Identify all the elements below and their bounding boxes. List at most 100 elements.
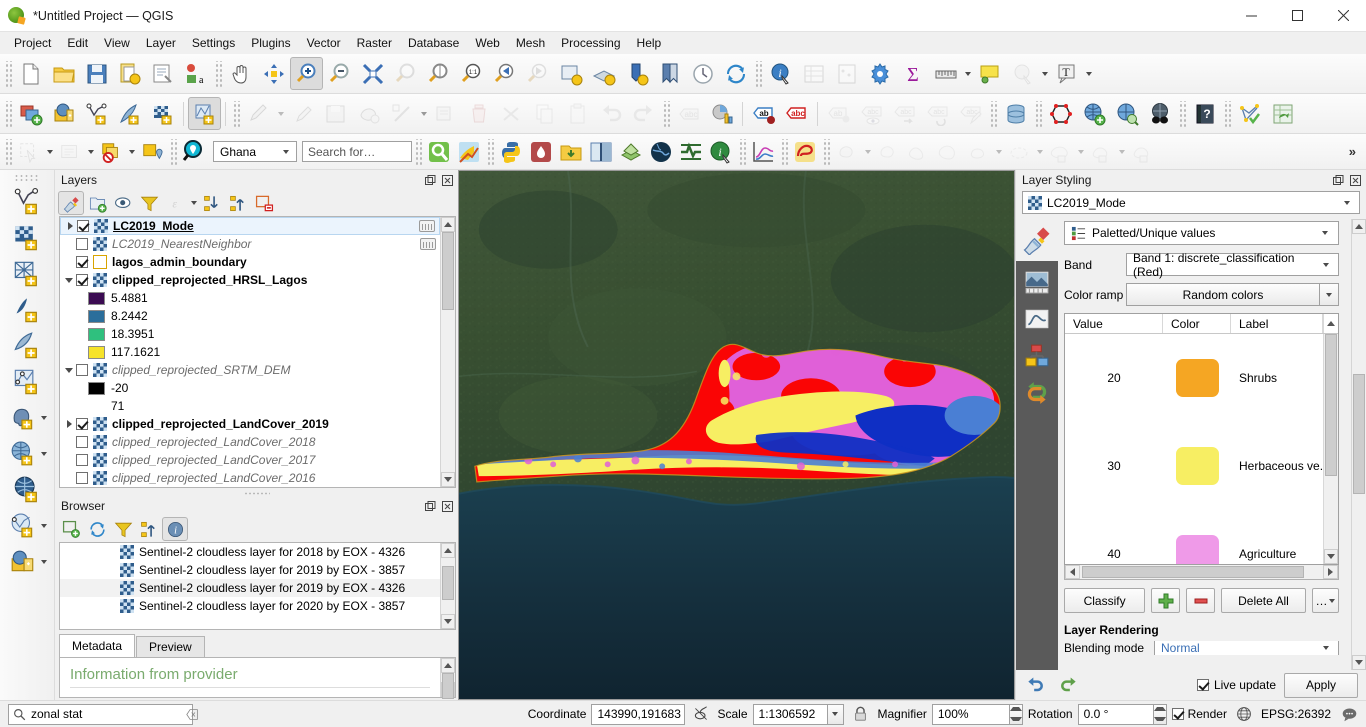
- stepper-down-icon[interactable]: [1153, 714, 1166, 724]
- shape-tool-6-icon[interactable]: [1004, 137, 1034, 167]
- toolbar-grip-6[interactable]: [662, 100, 670, 127]
- toggle-editing-icon[interactable]: [242, 97, 275, 130]
- shape-tool-5-icon[interactable]: [963, 137, 993, 167]
- toolbar-grip-3[interactable]: [754, 60, 762, 87]
- scale-value[interactable]: 1:1306592: [752, 703, 828, 725]
- scroll-up-icon[interactable]: [1352, 219, 1366, 234]
- add-mesh-layer-icon[interactable]: [188, 97, 221, 130]
- live-update-control[interactable]: Live update: [1196, 678, 1276, 692]
- zoom-next-icon[interactable]: [521, 57, 554, 90]
- layer-tree-row[interactable]: clipped_reprojected_LandCover_2016: [60, 469, 440, 487]
- class-color-cell[interactable]: [1163, 447, 1231, 485]
- temporal-controller-icon[interactable]: [686, 57, 719, 90]
- open-data-source-icon[interactable]: [556, 137, 586, 167]
- metadata-scrollbar[interactable]: [440, 658, 455, 699]
- db-manager-icon[interactable]: [999, 97, 1032, 130]
- layer-visibility-checkbox[interactable]: [76, 436, 88, 448]
- country-select[interactable]: Ghana: [213, 141, 297, 162]
- collapse-all-icon[interactable]: [225, 191, 251, 215]
- close-icon[interactable]: [440, 173, 454, 187]
- collapse-all-icon[interactable]: [136, 517, 162, 541]
- locator-input[interactable]: [26, 707, 186, 721]
- shape-tool-4-icon[interactable]: [933, 137, 963, 167]
- toolbar-grip-14[interactable]: [486, 138, 494, 165]
- scroll-left-icon[interactable]: [1065, 565, 1080, 579]
- layer-visibility-checkbox[interactable]: [76, 256, 88, 268]
- toolbar-grip-12[interactable]: [169, 138, 177, 165]
- style-manager-icon[interactable]: a: [179, 57, 212, 90]
- expander-toggle[interactable]: [63, 222, 77, 230]
- shape-caret-1-icon[interactable]: [862, 137, 873, 167]
- undo-redo-icon[interactable]: [1020, 376, 1054, 410]
- identify-features-icon[interactable]: i: [764, 57, 797, 90]
- class-color-swatch[interactable]: [1175, 359, 1219, 397]
- change-label-icon[interactable]: abc: [954, 97, 987, 130]
- add-selected-layers-icon[interactable]: [58, 517, 84, 541]
- select-by-expression-icon[interactable]: [55, 137, 85, 167]
- undo-icon[interactable]: [1022, 673, 1048, 697]
- add-postgis-layer-icon[interactable]: [7, 402, 39, 434]
- label-off-icon[interactable]: abc: [672, 97, 705, 130]
- select-features-icon[interactable]: [14, 137, 44, 167]
- layer-tree-row[interactable]: LC2019_NearestNeighbor: [60, 235, 440, 253]
- statistical-summary-icon[interactable]: Σ: [896, 57, 929, 90]
- scroll-down-icon[interactable]: [1324, 549, 1338, 564]
- expander-toggle[interactable]: [62, 367, 76, 373]
- browser-list[interactable]: Sentinel-2 cloudless layer for 2018 by E…: [60, 543, 440, 629]
- redo-icon[interactable]: [1056, 673, 1082, 697]
- globe-icon[interactable]: [1143, 97, 1176, 130]
- shape-caret-5-icon[interactable]: [1116, 137, 1127, 167]
- refresh-table-icon[interactable]: [1266, 97, 1299, 130]
- scroll-down-icon[interactable]: [441, 614, 455, 629]
- add-group-icon[interactable]: [84, 191, 110, 215]
- merge-features-icon[interactable]: [429, 97, 462, 130]
- live-update-checkbox[interactable]: [1196, 679, 1209, 691]
- layer-tree-row[interactable]: 71: [60, 397, 440, 415]
- pan-map-icon[interactable]: [224, 57, 257, 90]
- minimize-button[interactable]: [1228, 0, 1274, 32]
- rendering-icon[interactable]: [1020, 339, 1054, 373]
- maximize-button[interactable]: [1274, 0, 1320, 32]
- stepper-up-icon[interactable]: [1009, 705, 1022, 715]
- toolbar-grip-11[interactable]: [4, 138, 12, 165]
- add-raster-layer-icon[interactable]: [146, 97, 179, 130]
- scroll-right-icon[interactable]: [1323, 565, 1338, 579]
- undo-icon[interactable]: [594, 97, 627, 130]
- add-vector-layer-icon[interactable]: [80, 97, 113, 130]
- add-delimited-text-icon[interactable]: [11, 294, 43, 326]
- paste-features-icon[interactable]: [561, 97, 594, 130]
- add-vector-tile-layer-icon[interactable]: [11, 366, 43, 398]
- expression-caret-icon[interactable]: [188, 188, 199, 218]
- delete-selected-icon[interactable]: [462, 97, 495, 130]
- open-project-icon[interactable]: [47, 57, 80, 90]
- menu-view[interactable]: View: [96, 34, 138, 52]
- identify-info-icon[interactable]: i: [706, 137, 736, 167]
- filter-legend-icon[interactable]: [136, 191, 162, 215]
- apply-button[interactable]: Apply: [1284, 672, 1358, 698]
- crs-globe-icon[interactable]: [1232, 706, 1256, 722]
- measure-line-icon[interactable]: [929, 57, 962, 90]
- zoom-last-icon[interactable]: [488, 57, 521, 90]
- histogram-icon[interactable]: [1020, 302, 1054, 336]
- browser-list-item[interactable]: Sentinel-2 cloudless layer for 2018 by E…: [60, 543, 440, 561]
- expr-caret-icon[interactable]: [85, 137, 96, 167]
- menu-vector[interactable]: Vector: [299, 34, 349, 52]
- menu-web[interactable]: Web: [467, 34, 507, 52]
- class-color-swatch[interactable]: [1175, 447, 1219, 485]
- classes-scrollbar[interactable]: [1323, 334, 1338, 564]
- toolbar-grip-10[interactable]: [1223, 100, 1231, 127]
- zoom-to-layer-icon[interactable]: [422, 57, 455, 90]
- quickmapservices-icon[interactable]: [616, 137, 646, 167]
- new-map-view-icon[interactable]: [554, 57, 587, 90]
- topology-checker-icon[interactable]: [1044, 97, 1077, 130]
- add-feature-icon[interactable]: [352, 97, 385, 130]
- layer-visibility-checkbox[interactable]: [76, 274, 88, 286]
- blending-mode-select[interactable]: Normal: [1154, 641, 1339, 655]
- browser-list-item[interactable]: Sentinel-2 cloudless layer for 2020 by E…: [60, 597, 440, 615]
- color-ramp-dropdown-icon[interactable]: [1320, 283, 1339, 306]
- classes-hscrollbar[interactable]: [1064, 565, 1339, 580]
- toolbar-grip-17[interactable]: [822, 138, 830, 165]
- nominatim-search-icon[interactable]: [424, 137, 454, 167]
- undock-icon[interactable]: [423, 173, 437, 187]
- class-value[interactable]: 20: [1065, 371, 1163, 385]
